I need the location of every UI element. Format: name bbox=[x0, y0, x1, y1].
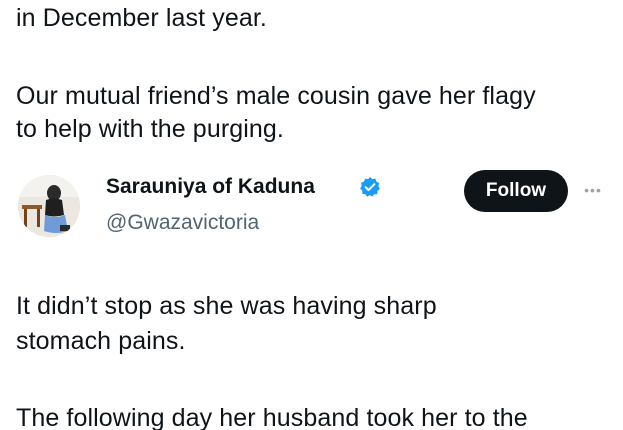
tweet-text-line: stomach pains. bbox=[16, 327, 186, 355]
verified-badge-icon bbox=[360, 177, 380, 197]
post-text-line: Our mutual friend’s male cousin gave her… bbox=[16, 82, 536, 110]
tweet-text-line: It didn’t stop as she was having sharp bbox=[16, 292, 437, 320]
post-text-line: in December last year. bbox=[16, 4, 267, 32]
follow-button[interactable]: Follow bbox=[464, 170, 568, 212]
author-name[interactable]: Sarauniya of Kaduna bbox=[106, 174, 315, 200]
tweet-text: It didn’t stop as she was having sharp s… bbox=[0, 290, 623, 430]
avatar-photo bbox=[18, 175, 80, 237]
tweet-text-line: The following day her husband took her t… bbox=[16, 404, 528, 430]
previous-tweet-text: in December last year. Our mutual friend… bbox=[0, 0, 623, 160]
author-handle[interactable]: @Gwazavictoria bbox=[106, 210, 259, 236]
post-text-line: to help with the purging. bbox=[16, 115, 284, 143]
tweet-header: Sarauniya of Kaduna @Gwazavictoria Follo… bbox=[0, 170, 623, 250]
avatar[interactable] bbox=[18, 175, 80, 237]
more-horizontal-icon[interactable]: ••• bbox=[580, 182, 606, 198]
